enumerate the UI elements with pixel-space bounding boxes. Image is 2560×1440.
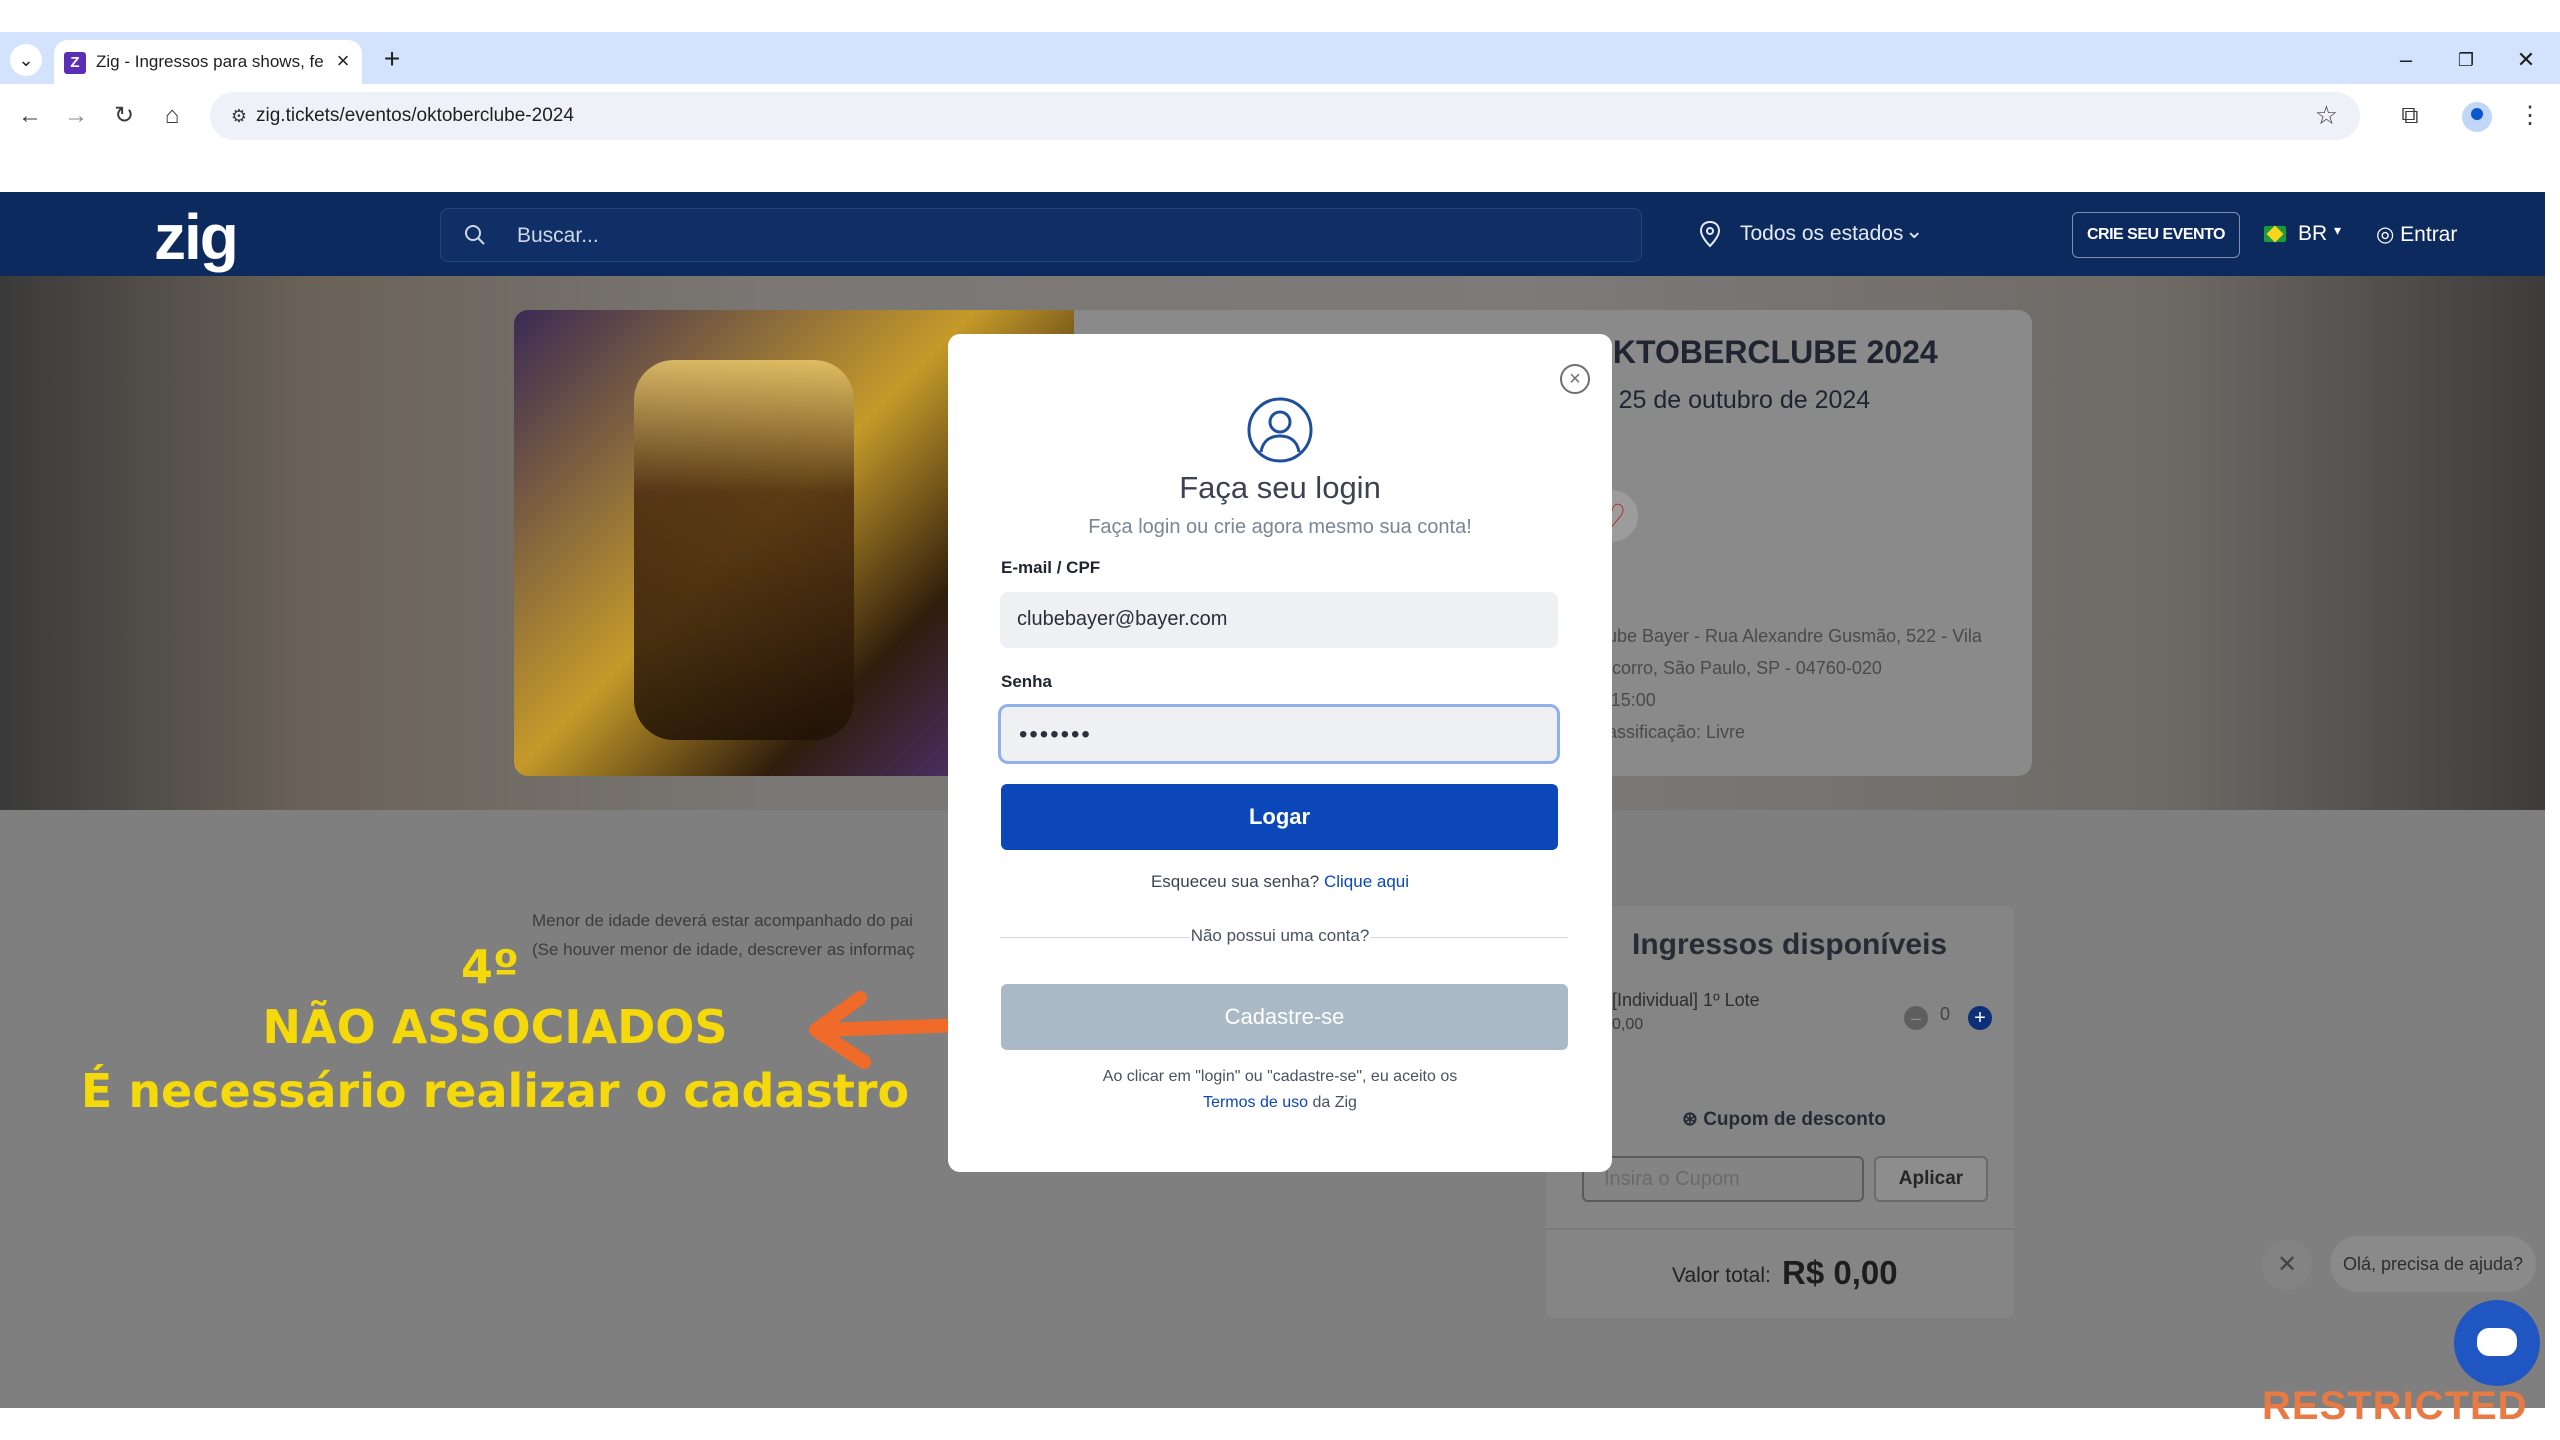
login-modal: × Faça seu login Faça login ou crie agor… [948,334,1612,1172]
modal-subtitle: Faça login ou crie agora mesmo sua conta… [1088,516,1472,538]
no-account-text: Não possui uma conta? [1190,926,1370,946]
divider [1546,1228,2014,1230]
forward-arrow-icon[interactable]: → [58,98,94,134]
minimize-icon[interactable]: – [2386,42,2426,78]
tickets-title: Ingressos disponíveis [1632,928,1948,961]
event-date: ▣ 25 de outubro de 2024 [1588,385,2028,415]
quantity-minus-button[interactable]: – [1904,1006,1928,1030]
email-label: E-mail / CPF [1001,558,1101,577]
reload-icon[interactable]: ↻ [106,98,142,134]
signup-button[interactable]: Cadastre-se [1001,984,1568,1050]
total-value: R$ 0,00 [1782,1254,1898,1291]
language-select[interactable]: BR [2298,222,2327,246]
terms-suffix: da Zig [1312,1094,1357,1111]
event-notice: Menor de idade deverá estar acompanhado … [532,906,952,964]
window-close-icon[interactable]: ✕ [2506,42,2546,78]
browser-tab-active[interactable]: Z Zig - Ingressos para shows, festas × [54,40,362,84]
password-label: Senha [1001,672,1053,691]
forgot-text: Esqueceu sua senha? [1150,872,1320,891]
annotation-title: NÃO ASSOCIADOS [262,1000,728,1054]
chat-bubble[interactable]: Olá, precisa de ajuda? [2330,1236,2536,1292]
screen: ⌄ Z Zig - Ingressos para shows, festas ×… [0,0,2560,1440]
beer-mug-graphic [634,360,854,740]
restore-icon[interactable]: ❐ [2446,42,2486,78]
location-select[interactable]: Todos os estados [1740,222,1903,246]
zig-logo[interactable]: zig [154,200,239,274]
login-link[interactable]: ◎ Entrar [2376,222,2457,247]
brazil-flag-icon [2264,226,2286,242]
site-info-icon[interactable]: ⚙ [224,102,254,130]
modal-title: Faça seu login [1179,470,1381,505]
event-meta: Clube Bayer - Rua Alexandre Gusmão, 522 … [1590,620,2020,748]
home-icon[interactable]: ⌂ [154,98,190,134]
bookmark-star-icon[interactable]: ☆ [2315,100,2338,131]
password-field[interactable]: ••••••• [998,704,1560,764]
create-event-button[interactable]: CRIE SEU EVENTO [2072,212,2240,258]
quantity-plus-button[interactable]: + [1968,1006,1992,1030]
annotation-step-number: 4º [461,940,519,994]
event-time-text: 15:00 [1610,690,1656,710]
caret-down-icon[interactable]: ▾ [2334,222,2341,239]
ticket-name: [Individual] 1º Lote [1612,990,1760,1010]
forgot-password-link[interactable]: Clique aqui [1324,872,1409,891]
tab-close-icon[interactable]: × [330,48,356,74]
search-icon [465,225,485,245]
event-time: ◷ 15:00 [1590,684,2020,716]
restricted-watermark: RESTRICTED [2262,1384,2528,1428]
chevron-down-icon[interactable]: ⌄ [1905,218,1923,244]
terms-of-use-link[interactable]: Termos de uso [1203,1094,1308,1111]
terms-line2: Termos de uso da Zig [948,1094,1612,1112]
new-tab-plus-icon[interactable]: + [376,44,408,76]
extensions-puzzle-icon[interactable]: ⧉ [2392,98,2428,134]
notice-line2: (Se houver menor de idade, descrever as … [532,940,915,959]
chat-launcher-button[interactable] [2454,1300,2540,1386]
site-header: zig Buscar... Todos os estados ⌄ CRIE SE… [0,192,2545,276]
address-bar[interactable]: ⚙ zig.tickets/eventos/oktoberclube-2024 … [210,92,2360,140]
coupon-apply-button[interactable]: Aplicar [1874,1156,1988,1202]
annotation-subtitle: É necessário realizar o cadastro [80,1064,910,1118]
email-field[interactable]: clubebayer@bayer.com [1000,592,1558,648]
login-label: Entrar [2400,223,2458,246]
tab-title: Zig - Ingressos para shows, festas [96,52,324,71]
zig-favicon-icon: Z [64,52,86,74]
login-button[interactable]: Logar [1001,784,1558,850]
ticket-price: 0,00 [1612,1016,1644,1033]
url-text[interactable]: zig.tickets/eventos/oktoberclube-2024 [256,105,574,127]
event-address-line1: Clube Bayer - Rua Alexandre Gusmão, 522 … [1590,626,1982,646]
tab-search-chevron-icon[interactable]: ⌄ [10,44,42,76]
browser-menu-icon[interactable]: ⋮ [2512,98,2548,134]
quantity-value: 0 [1940,1004,1951,1024]
event-title: OKTOBERCLUBE 2024 [1588,334,1938,370]
coupon-title: ⊛ Cupom de desconto [1682,1109,1886,1130]
search-placeholder: Buscar... [517,224,599,247]
event-date-text: 25 de outubro de 2024 [1618,386,1871,414]
back-arrow-icon[interactable]: ← [12,98,48,134]
terms-text: Ao clicar em "login" ou "cadastre-se", e… [1102,1068,1458,1085]
chat-close-icon[interactable]: ✕ [2262,1240,2312,1290]
event-address-line2: Socorro, São Paulo, SP - 04760-020 [1590,658,1882,678]
profile-avatar-icon[interactable] [2462,102,2492,132]
location-pin-icon [1699,220,1721,248]
coupon-input[interactable]: Insira o Cupom [1582,1156,1864,1202]
total-label: Valor total: [1672,1264,1771,1287]
search-input[interactable]: Buscar... [440,208,1642,262]
event-classification: Classificação: Livre [1590,722,1746,742]
coupon-title-text: Cupom de desconto [1703,1109,1886,1130]
user-avatar-icon [1247,397,1313,463]
notice-line1: Menor de idade deverá estar acompanhado … [532,911,913,930]
tickets-panel: Ingressos disponíveis [Individual] 1º Lo… [1546,906,2014,1318]
event-info: OKTOBERCLUBE 2024 ▣ 25 de outubro de 202… [1588,334,2028,415]
modal-close-icon[interactable]: × [1560,364,1590,394]
browser-toolbar: ← → ↻ ⌂ ⚙ zig.tickets/eventos/oktoberclu… [0,84,2560,148]
browser-tabstrip: ⌄ Z Zig - Ingressos para shows, festas ×… [0,32,2560,84]
forgot-password: Esqueceu sua senha? Clique aqui [948,872,1612,892]
